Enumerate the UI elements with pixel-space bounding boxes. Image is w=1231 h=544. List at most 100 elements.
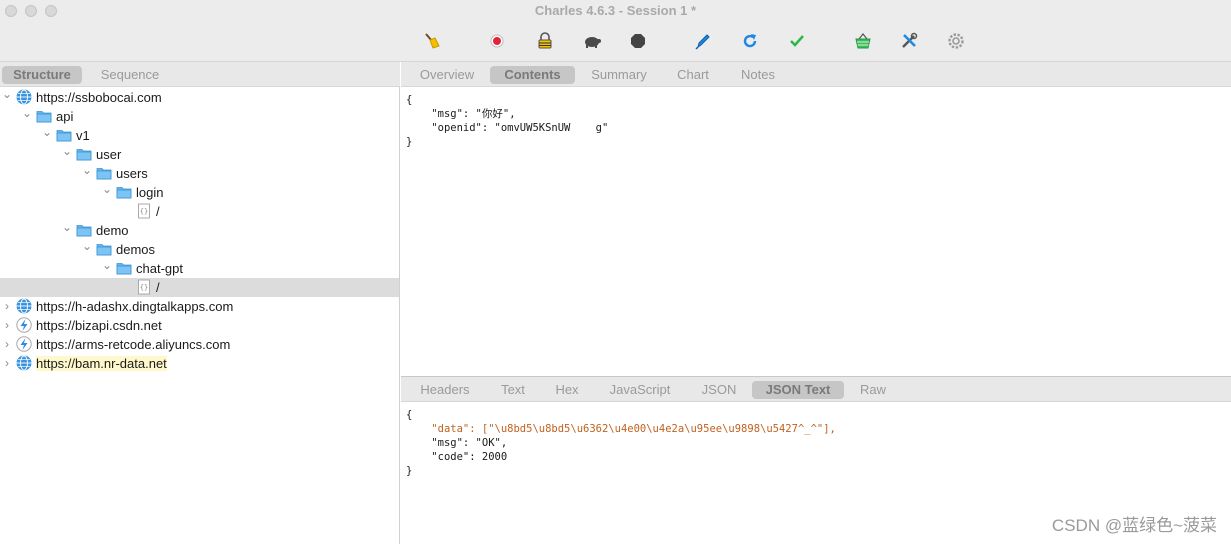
chevron-right-icon[interactable]: › [0, 355, 14, 371]
tree-row-label: api [56, 109, 74, 124]
chevron-down-icon[interactable]: ⌄ [100, 181, 114, 197]
tab-chart[interactable]: Chart [669, 66, 717, 84]
json-text: "msg": "OK", [431, 437, 508, 449]
tab-hex[interactable]: Hex [549, 381, 585, 399]
folder-icon [76, 222, 92, 238]
json-text: : ["\u8bd5\u8bd5\u6362\u4e00\u4e2a\u95ee… [469, 423, 836, 435]
tree-row[interactable]: › https://arms-retcode.aliyuncs.com [0, 335, 399, 354]
code-line: } [406, 135, 608, 149]
watermark: CSDN @蓝绿色~菠菜 [1051, 516, 1217, 535]
lightning-icon [16, 336, 32, 352]
json-text: { [406, 94, 413, 106]
check-icon[interactable] [786, 30, 808, 52]
json-text: "code": 2000 [431, 451, 508, 463]
lock-icon[interactable] [534, 30, 556, 52]
tab-raw[interactable]: Raw [853, 381, 893, 399]
tab-contents[interactable]: Contents [490, 66, 575, 84]
tree-row-label: users [116, 166, 148, 181]
code-line: "msg": "OK", [406, 436, 836, 450]
folder-icon [56, 127, 72, 143]
globe-icon [16, 355, 32, 371]
chevron-down-icon[interactable]: ⌄ [60, 143, 74, 159]
charles-window: Charles 4.6.3 - Session 1 * Structure Se… [0, 0, 1231, 544]
record-icon[interactable] [486, 30, 508, 52]
json-text: "openid": "omvUW5KSnUW g" [431, 122, 609, 134]
tree-row[interactable]: ⌄ demos [0, 238, 399, 259]
chevron-down-icon[interactable]: ⌄ [60, 219, 74, 235]
tree-row-label: https://bizapi.csdn.net [36, 318, 162, 333]
tree-row[interactable]: › https://bam.nr-data.net [0, 354, 399, 373]
tab-overview[interactable]: Overview [413, 66, 481, 84]
json-text: } [406, 136, 413, 148]
code-line: "data": ["\u8bd5\u8bd5\u6362\u4e00\u4e2a… [406, 422, 836, 436]
globe-icon [16, 298, 32, 314]
tab-headers[interactable]: Headers [413, 381, 477, 399]
settings-icon[interactable] [945, 30, 967, 52]
tab-json-text[interactable]: JSON Text [752, 381, 844, 399]
tree-row[interactable]: ⌄ users [0, 162, 399, 183]
svg-text:{}: {} [140, 208, 148, 216]
tab-notes[interactable]: Notes [734, 66, 782, 84]
tools-icon[interactable] [898, 30, 920, 52]
detail-pane: Overview Contents Summary Chart Notes { … [401, 62, 1231, 544]
chevron-down-icon[interactable]: ⌄ [80, 238, 94, 254]
tree-row[interactable]: ⌄ api [0, 105, 399, 126]
globe-icon [16, 89, 32, 105]
chevron-down-icon[interactable]: ⌄ [100, 257, 114, 273]
tree-row[interactable]: ⌄ chat-gpt [0, 257, 399, 278]
basket-icon[interactable] [852, 30, 874, 52]
lightning-icon [16, 317, 32, 333]
tree-row[interactable]: ⌄ user [0, 143, 399, 164]
tree-row-label: / [156, 204, 160, 219]
tab-json[interactable]: JSON [695, 381, 743, 399]
tree-row[interactable]: {} / [0, 278, 399, 297]
chevron-down-icon[interactable]: ⌄ [40, 124, 54, 140]
chevron-down-icon[interactable]: ⌄ [0, 86, 14, 102]
turtle-icon[interactable] [581, 30, 603, 52]
tree-row-label: https://bam.nr-data.net [36, 356, 167, 371]
chevron-right-icon[interactable]: › [0, 336, 14, 352]
tab-structure[interactable]: Structure [2, 66, 82, 84]
code-line: "msg": "你好", [406, 107, 608, 121]
tree-row[interactable]: › https://h-adashx.dingtalkapps.com [0, 297, 399, 316]
tree-row-label: demos [116, 242, 156, 257]
folder-icon [76, 146, 92, 162]
structure-pane: Structure Sequence ⌄ https://ssbobocai.co… [0, 62, 400, 544]
response-body[interactable]: { "data": ["\u8bd5\u8bd5\u6362\u4e00\u4e… [406, 408, 836, 478]
tree-row-label: chat-gpt [136, 261, 183, 276]
chevron-right-icon[interactable]: › [0, 317, 14, 333]
tab-summary[interactable]: Summary [584, 66, 654, 84]
tab-text[interactable]: Text [494, 381, 532, 399]
chevron-right-icon[interactable]: › [0, 298, 14, 314]
pen-icon[interactable] [692, 30, 714, 52]
tab-sequence[interactable]: Sequence [88, 66, 172, 84]
json-key: "data" [431, 423, 470, 435]
tree-row-label: https://h-adashx.dingtalkapps.com [36, 299, 234, 314]
folder-icon [96, 165, 112, 181]
tree-row-label: https://ssbobocai.com [36, 90, 162, 105]
tree-row[interactable]: ⌄ login [0, 181, 399, 202]
window-title: Charles 4.6.3 - Session 1 * [534, 3, 697, 18]
folder-icon [96, 241, 112, 257]
stop-icon[interactable] [627, 30, 649, 52]
folder-icon [116, 260, 132, 276]
code-line: "openid": "omvUW5KSnUW g" [406, 121, 608, 135]
code-line: { [406, 93, 608, 107]
broom-icon[interactable] [421, 30, 443, 52]
tree-row-label: login [136, 185, 164, 200]
chevron-down-icon[interactable]: ⌄ [80, 162, 94, 178]
tab-javascript[interactable]: JavaScript [602, 381, 678, 399]
refresh-icon[interactable] [739, 30, 761, 52]
json-text: } [406, 465, 413, 477]
json-file-icon: {} [136, 203, 152, 219]
left-tab-bar: Structure Sequence [0, 62, 400, 87]
tree-row[interactable]: ⌄ demo [0, 219, 399, 240]
tree-row-label: user [96, 147, 122, 162]
tree-row-label: v1 [76, 128, 90, 143]
code-line: { [406, 408, 836, 422]
request-body[interactable]: { "msg": "你好", "openid": "omvUW5KSnUW g"… [406, 93, 608, 149]
tree-row[interactable]: ⌄ https://ssbobocai.com [0, 86, 399, 107]
tree-row[interactable]: › https://bizapi.csdn.net [0, 316, 399, 335]
chevron-down-icon[interactable]: ⌄ [20, 105, 34, 121]
code-line: "code": 2000 [406, 450, 836, 464]
